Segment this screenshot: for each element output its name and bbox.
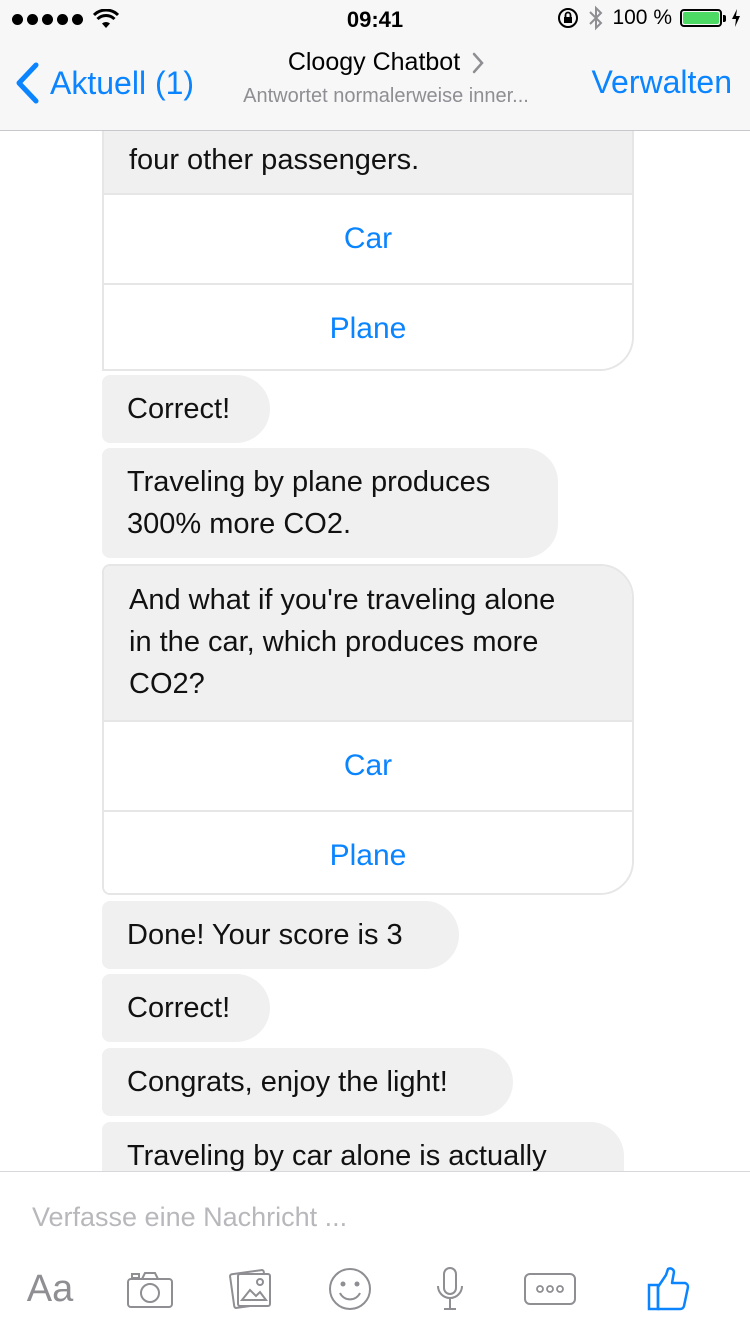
card-text: And what if you're traveling alone in th… (104, 566, 632, 720)
like-button[interactable] (644, 1264, 694, 1314)
gallery-icon (229, 1269, 271, 1309)
gallery-button[interactable] (226, 1264, 278, 1314)
composer: Aa (0, 1171, 750, 1334)
bot-message: Traveling by car alone is actually (102, 1122, 624, 1171)
bot-message: Correct! (102, 375, 270, 443)
status-right: 100 % (556, 5, 742, 31)
battery-icon (680, 9, 726, 27)
back-button[interactable]: Aktuell (1) (14, 62, 194, 104)
quick-reply-car[interactable]: Car (104, 720, 632, 810)
conversation-title: Cloogy Chatbot (287, 48, 461, 76)
more-button[interactable] (522, 1264, 578, 1314)
quick-reply-plane[interactable]: Plane (104, 283, 632, 369)
microphone-icon (437, 1267, 463, 1310)
card-text: four other passengers. (104, 131, 632, 193)
bot-message: Done! Your score is 3 (102, 901, 459, 969)
voice-button[interactable] (432, 1264, 468, 1314)
emoji-button[interactable] (326, 1264, 374, 1314)
aa-label: Aa (26, 1267, 74, 1310)
quick-reply-plane[interactable]: Plane (104, 810, 632, 893)
bot-message: Congrats, enjoy the light! (102, 1048, 513, 1116)
camera-button[interactable] (124, 1264, 176, 1314)
emoji-icon (329, 1268, 371, 1310)
conversation-header[interactable]: Cloogy Chatbot Antwortet normalerweise i… (210, 48, 562, 108)
manage-button[interactable]: Verwalten (591, 64, 732, 101)
charging-icon (732, 9, 740, 27)
messenger-screen: 09:41 100 % Aktuell (1) Cloogy Chatbot A… (0, 0, 750, 1334)
back-label: Aktuell (1) (50, 64, 195, 101)
quick-reply-car[interactable]: Car (104, 193, 632, 283)
battery-percent: 100 % (612, 6, 672, 29)
composer-toolbar: Aa (0, 1264, 750, 1314)
quick-reply-card: And what if you're traveling alone in th… (102, 564, 634, 895)
navigation-bar: Aktuell (1) Cloogy Chatbot Antwortet nor… (0, 40, 750, 131)
message-input[interactable] (32, 1202, 712, 1233)
bot-message: Correct! (102, 974, 270, 1042)
bot-message: Traveling by plane produces 300% more CO… (102, 448, 558, 558)
bluetooth-icon (589, 5, 603, 31)
quick-reply-card: four other passengers. Car Plane (102, 131, 634, 371)
rotation-lock-icon (558, 8, 579, 28)
camera-icon (127, 1272, 173, 1308)
back-chevron-icon (16, 62, 39, 104)
chevron-right-icon (472, 52, 484, 73)
thumbs-up-icon (647, 1267, 690, 1311)
conversation-subtitle: Antwortet normalerweise inner... (243, 85, 529, 107)
message-list[interactable]: four other passengers. Car Plane Correct… (0, 131, 750, 1171)
status-bar: 09:41 100 % (0, 0, 750, 40)
text-format-button[interactable]: Aa (22, 1264, 78, 1314)
more-icon (524, 1273, 576, 1305)
